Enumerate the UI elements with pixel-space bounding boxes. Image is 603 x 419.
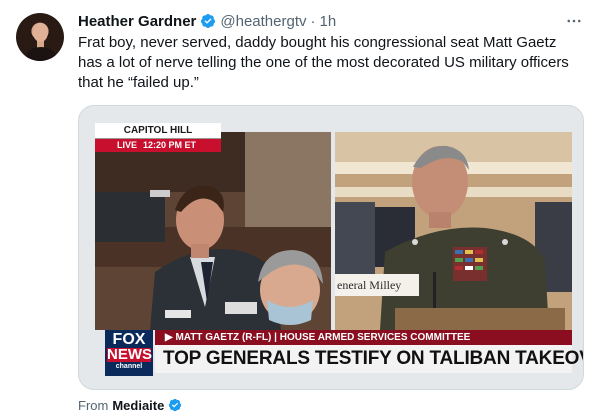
separator-dot: · — [310, 12, 316, 30]
avatar-face — [33, 23, 48, 42]
tweet-text-line: has a lot of nerve telling the one of th… — [78, 54, 569, 71]
fox-logo-line: channel — [115, 363, 143, 370]
tweet-text-line: Frat boy, never served, daddy bought his… — [78, 34, 557, 51]
fox-logo-line: NEWS — [107, 346, 152, 363]
lower-third-banner: ▶ MATT GAETZ (R-FL) | HOUSE ARMED SERVIC… — [155, 330, 572, 345]
source-name[interactable]: Mediaite — [112, 398, 164, 413]
author-handle[interactable]: @heathergtv — [220, 13, 306, 30]
avatar[interactable] — [16, 13, 64, 61]
live-label: LIVE 12:20 PM ET — [95, 139, 221, 152]
milley-scene — [335, 132, 572, 330]
tweet-text-line: that he “failed up.” — [78, 74, 199, 91]
author-name[interactable]: Heather Gardner — [78, 13, 196, 30]
video-panel-right — [335, 132, 572, 330]
tweet-header: Heather Gardner @heathergtv · 1h — [78, 11, 336, 31]
verified-badge-icon — [169, 398, 182, 412]
media-source: From Mediaite — [78, 397, 182, 413]
verified-badge-icon — [201, 14, 216, 28]
fox-news-logo: FOX NEWS channel — [105, 330, 153, 376]
tweet-text: Frat boy, never served, daddy bought his… — [78, 33, 588, 93]
capitol-hill-label: CAPITOL HILL — [95, 123, 221, 139]
live-text: LIVE — [117, 140, 138, 150]
milley-nameplate: eneral Milley — [335, 274, 419, 296]
more-horizontal-icon[interactable] — [562, 11, 586, 31]
news-headline: TOP GENERALS TESTIFY ON TALIBAN TAKEOVER — [155, 345, 583, 373]
avatar-shoulder — [26, 47, 56, 61]
gaetz-scene — [95, 132, 331, 330]
timestamp[interactable]: 1h — [320, 13, 337, 30]
from-label: From — [78, 397, 109, 413]
tweet-media-image[interactable]: eneral Milley CAPITOL HILL LIVE 12:20 PM … — [78, 105, 584, 390]
video-panel-left — [95, 132, 331, 330]
live-time: 12:20 PM ET — [143, 140, 197, 150]
